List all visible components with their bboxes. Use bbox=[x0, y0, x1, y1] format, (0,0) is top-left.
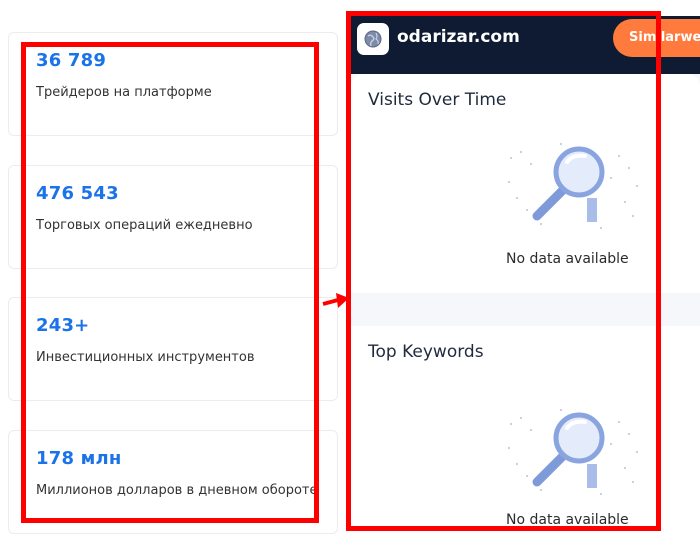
magnifier-icon bbox=[508, 409, 638, 495]
stat-label: Миллионов долларов в дневном обороте bbox=[36, 483, 318, 498]
stat-card-turnover: 178 млн Миллионов долларов в дневном обо… bbox=[8, 430, 338, 534]
stat-card-traders: 36 789 Трейдеров на платформе bbox=[8, 32, 338, 136]
widget-header: odarizar.com Similarweb bbox=[351, 16, 700, 74]
stat-card-operations: 476 543 Торговых операций ежедневно bbox=[8, 165, 338, 269]
empty-state-text: No data available bbox=[506, 512, 629, 526]
similarweb-widget: odarizar.com Similarweb Visits Over Time… bbox=[351, 16, 700, 526]
globe-icon bbox=[364, 30, 382, 48]
site-name: odarizar.com bbox=[397, 27, 520, 47]
top-keywords-panel: Top Keywords No data available bbox=[351, 326, 700, 526]
stat-label: Торговых операций ежедневно bbox=[36, 218, 253, 233]
similarweb-button[interactable]: Similarweb bbox=[613, 19, 700, 57]
stat-value: 36 789 bbox=[36, 50, 107, 71]
site-favicon bbox=[357, 23, 389, 55]
stat-card-instruments: 243+ Инвестиционных инструментов bbox=[8, 297, 338, 401]
stat-value: 243+ bbox=[36, 315, 90, 336]
arrow-right-icon bbox=[322, 293, 349, 308]
panel-title: Visits Over Time bbox=[368, 90, 507, 110]
panel-title: Top Keywords bbox=[368, 342, 484, 362]
magnifier-icon bbox=[508, 143, 638, 229]
empty-state-text: No data available bbox=[506, 251, 629, 267]
visits-over-time-panel: Visits Over Time No data available bbox=[351, 74, 700, 293]
stat-label: Инвестиционных инструментов bbox=[36, 350, 255, 365]
stat-value: 178 млн bbox=[36, 448, 122, 469]
stat-label: Трейдеров на платформе bbox=[36, 85, 212, 100]
stat-value: 476 543 bbox=[36, 183, 119, 204]
